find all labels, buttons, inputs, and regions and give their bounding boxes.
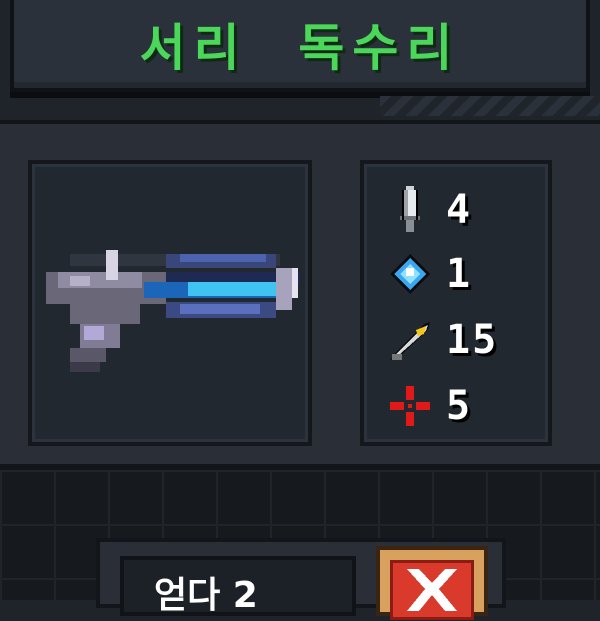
close-button[interactable] bbox=[376, 546, 488, 620]
get-button[interactable]: 얻다 2 bbox=[120, 556, 356, 616]
feather-icon bbox=[390, 322, 430, 360]
stat-spread: 5 bbox=[386, 380, 546, 432]
weapon-preview bbox=[28, 160, 312, 446]
stat-damage-value: 4 bbox=[446, 187, 473, 233]
stats-panel: 4 1 15 5 bbox=[360, 160, 552, 446]
stat-damage: 4 bbox=[386, 184, 546, 236]
stat-spread-value: 5 bbox=[446, 383, 473, 429]
stat-energy-value: 1 bbox=[446, 251, 473, 297]
close-x-icon bbox=[390, 560, 474, 620]
crosshair-icon bbox=[390, 386, 430, 426]
stat-critical: 15 bbox=[386, 314, 546, 366]
weapon-info-panel: 4 1 15 5 bbox=[0, 120, 600, 470]
stat-energy: 1 bbox=[386, 248, 546, 300]
ice-blaster-gun-sprite bbox=[46, 250, 300, 372]
title-ledge bbox=[380, 96, 600, 116]
sword-icon bbox=[400, 186, 420, 232]
stat-critical-value: 15 bbox=[446, 317, 499, 363]
action-panel: 얻다 2 bbox=[96, 538, 506, 620]
energy-crystal-icon bbox=[390, 254, 430, 294]
weapon-name: 서리 독수리 bbox=[139, 19, 461, 77]
title-bar: 서리 독수리 bbox=[10, 0, 590, 92]
